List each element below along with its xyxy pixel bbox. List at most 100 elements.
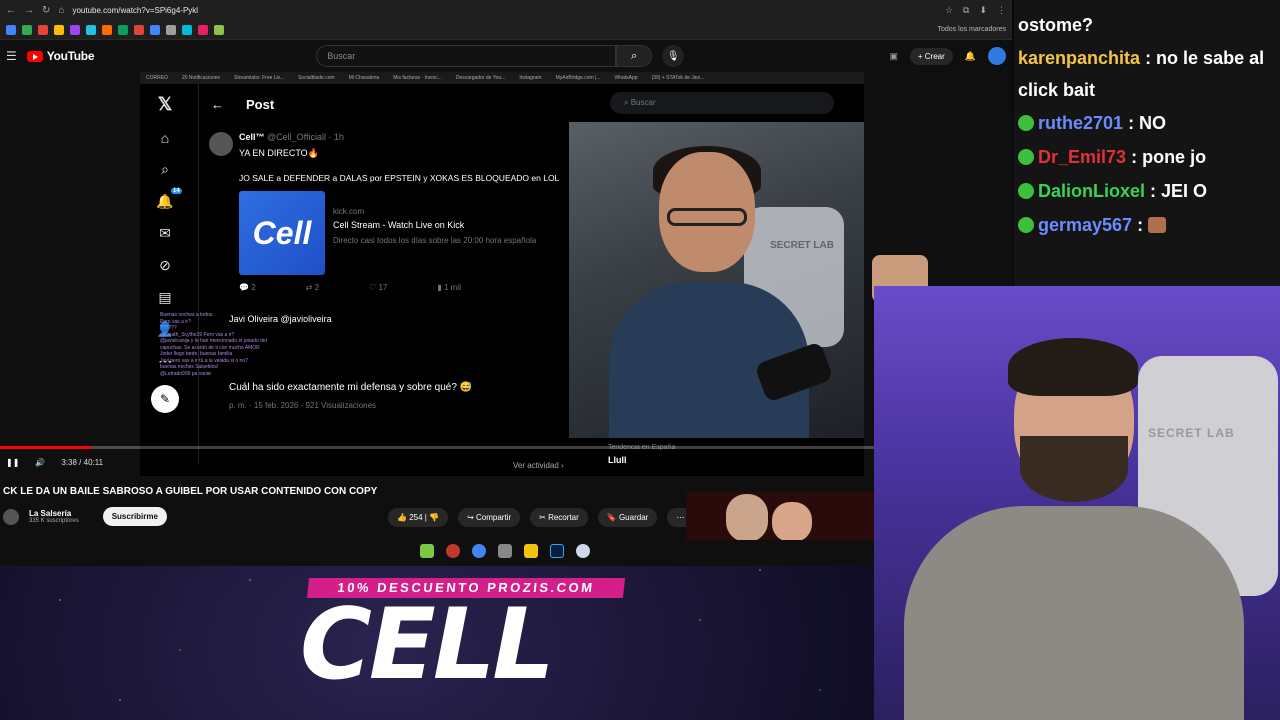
address-bar: ← → ↻ ⌂ youtube.com/watch?v=SPi6g4-Pykl … bbox=[0, 0, 1012, 20]
folder-icon[interactable] bbox=[524, 544, 538, 558]
card-title: Cell Stream - Watch Live on Kick bbox=[333, 220, 465, 230]
x-search-placeholder: Buscar bbox=[630, 98, 656, 107]
photoshop-icon[interactable] bbox=[550, 544, 564, 558]
bookmark-icon[interactable] bbox=[38, 24, 48, 35]
youtube-header: ☰ YouTube Buscar ⌕ 🎙 ▣ + Crear 🔔 bbox=[0, 40, 1012, 72]
forward-icon[interactable]: → bbox=[24, 5, 34, 16]
chat-username: karenpanchita bbox=[1018, 48, 1141, 68]
save-button[interactable]: 🔖 Guardar bbox=[597, 508, 658, 527]
home-icon: ⌂ bbox=[160, 130, 170, 146]
save-label: Guardar bbox=[618, 513, 649, 522]
youtube-play-icon bbox=[26, 50, 43, 62]
video-player[interactable]: CORREO 20 Notificaciones Streamlabs: Fre… bbox=[140, 72, 864, 476]
bookmarks-bar: Todos los marcadores bbox=[0, 20, 1012, 40]
chrome-icon[interactable] bbox=[472, 544, 486, 558]
chat-username: ruthe2701 bbox=[1038, 113, 1124, 133]
chat-message-text: ostome? bbox=[1018, 15, 1094, 35]
bookmark-icon[interactable] bbox=[118, 24, 128, 35]
inner-bookmark: Instagram bbox=[519, 75, 542, 81]
thumbs-down-icon: 👎 bbox=[429, 513, 440, 522]
share-button[interactable]: ↪ Compartir bbox=[458, 508, 521, 527]
home-icon[interactable]: ⌂ bbox=[58, 5, 64, 16]
reload-icon[interactable]: ↻ bbox=[42, 5, 50, 16]
download-icon[interactable]: ⬇ bbox=[979, 5, 987, 16]
thumbs-up-icon: 👍 bbox=[397, 513, 407, 522]
taskbar-app-icon[interactable] bbox=[420, 544, 434, 558]
bookmark-icon[interactable] bbox=[134, 24, 144, 35]
volume-icon[interactable]: 🔊 bbox=[35, 458, 45, 467]
reply-count: 💬 2 bbox=[239, 283, 256, 292]
notification-count: 14 bbox=[171, 188, 182, 194]
bell-icon[interactable]: 🔔 bbox=[965, 51, 976, 62]
heart-icon: ♡ bbox=[369, 283, 377, 292]
progress-fill bbox=[0, 446, 92, 449]
channel-name[interactable]: La Salsería bbox=[29, 509, 79, 518]
chat-badge-icon bbox=[1018, 217, 1034, 233]
avatar bbox=[209, 132, 233, 156]
avatar[interactable] bbox=[988, 47, 1006, 65]
bookmark-icon[interactable] bbox=[6, 24, 16, 35]
youtube-logo-text: YouTube bbox=[46, 49, 95, 63]
bookmark-icon[interactable] bbox=[214, 24, 224, 35]
share-icon: ↪ bbox=[467, 513, 474, 522]
menu-dots-icon[interactable]: ⋮ bbox=[997, 5, 1006, 16]
bookmark-icon[interactable] bbox=[102, 24, 112, 35]
reply-meta: p. m. · 15 feb. 2026 · 921 Visualizacion… bbox=[229, 401, 377, 410]
post-header: ← Post bbox=[199, 84, 573, 124]
bookmark-icon[interactable] bbox=[150, 24, 160, 35]
create-label: Crear bbox=[924, 51, 945, 61]
view-count: ▮ 1 mil bbox=[437, 283, 461, 292]
related-thumbnail[interactable] bbox=[686, 492, 876, 540]
bookmark-icon[interactable] bbox=[54, 24, 64, 35]
player-controls: ❚❚ 🔊 3:38 / 40:11 Ver actividad › bbox=[0, 446, 1012, 476]
all-bookmarks-link[interactable]: Todos los marcadores bbox=[938, 26, 1006, 33]
taskbar-app-icon[interactable] bbox=[446, 544, 460, 558]
extensions-icon[interactable]: ⧉ bbox=[963, 5, 969, 16]
like-count: ♡ 17 bbox=[369, 283, 387, 292]
star-icon[interactable]: ☆ bbox=[945, 5, 953, 16]
bookmark-icon[interactable] bbox=[198, 24, 208, 35]
controls-row: ❚❚ 🔊 3:38 / 40:11 bbox=[6, 458, 103, 467]
create-button[interactable]: + Crear bbox=[909, 47, 953, 65]
stream-chat: ostome? karenpanchita : no le sabe al cl… bbox=[1014, 0, 1280, 286]
thumbnail-face bbox=[772, 502, 812, 540]
url-field[interactable]: youtube.com/watch?v=SPi6g4-Pykl bbox=[72, 6, 937, 15]
youtube-logo[interactable]: YouTube bbox=[26, 49, 95, 63]
search-input[interactable]: Buscar bbox=[316, 45, 617, 67]
bookmark-icon[interactable] bbox=[70, 24, 80, 35]
channel-avatar[interactable] bbox=[3, 508, 19, 525]
grok-icon: ⊘ bbox=[159, 257, 171, 273]
taskbar-app-icon[interactable] bbox=[498, 544, 512, 558]
search-icon: ⌕ bbox=[631, 49, 638, 62]
notifications-icon: 🔔 14 bbox=[156, 188, 182, 209]
bookmark-icon[interactable] bbox=[166, 24, 176, 35]
voice-search-button[interactable]: 🎙 bbox=[662, 45, 685, 67]
x-search-input: ⌕ Buscar bbox=[610, 92, 834, 114]
subscribe-button[interactable]: Suscribirme bbox=[102, 507, 167, 526]
hamburger-menu-icon[interactable]: ☰ bbox=[6, 49, 17, 63]
chat-username: germay567 bbox=[1038, 215, 1133, 235]
pause-icon[interactable]: ❚❚ bbox=[6, 458, 19, 467]
like-button[interactable]: 👍 254 | 👎 bbox=[388, 508, 449, 527]
inner-bookmark: (39) + STATok de Javi... bbox=[651, 75, 705, 81]
chat-emote-icon bbox=[1148, 217, 1167, 233]
inner-bookmark: 20 Notificaciones bbox=[181, 75, 221, 81]
chat-username: DalionLioxel bbox=[1038, 181, 1146, 201]
link-card: Cell kick.com Cell Stream - Watch Live o… bbox=[239, 191, 569, 275]
back-icon[interactable]: ← bbox=[6, 5, 16, 16]
streamer-beard bbox=[1020, 436, 1128, 502]
cast-icon[interactable]: ▣ bbox=[889, 51, 898, 62]
tweet-text: JO SALE a DEFENDER a DALAS por EPSTEIN y… bbox=[239, 173, 560, 183]
search-button[interactable]: ⌕ bbox=[616, 45, 653, 67]
bookmark-icon[interactable] bbox=[182, 24, 192, 35]
taskbar-app-icon[interactable] bbox=[576, 544, 590, 558]
bookmark-icon[interactable] bbox=[22, 24, 32, 35]
tweet: Cell™ @Cell_Officiall · 1h YA EN DIRECTO… bbox=[199, 124, 573, 300]
chat-message: karenpanchita : no le sabe al click bait bbox=[1018, 42, 1276, 106]
chat-badge-icon bbox=[1018, 183, 1034, 199]
lists-icon: ▤ bbox=[158, 289, 172, 305]
bookmark-icon[interactable] bbox=[86, 24, 96, 35]
tweet-author-row: Cell™ @Cell_Officiall · 1h bbox=[239, 132, 563, 142]
clip-button[interactable]: ✂ Recortar bbox=[530, 508, 588, 527]
progress-bar[interactable] bbox=[0, 446, 1012, 449]
